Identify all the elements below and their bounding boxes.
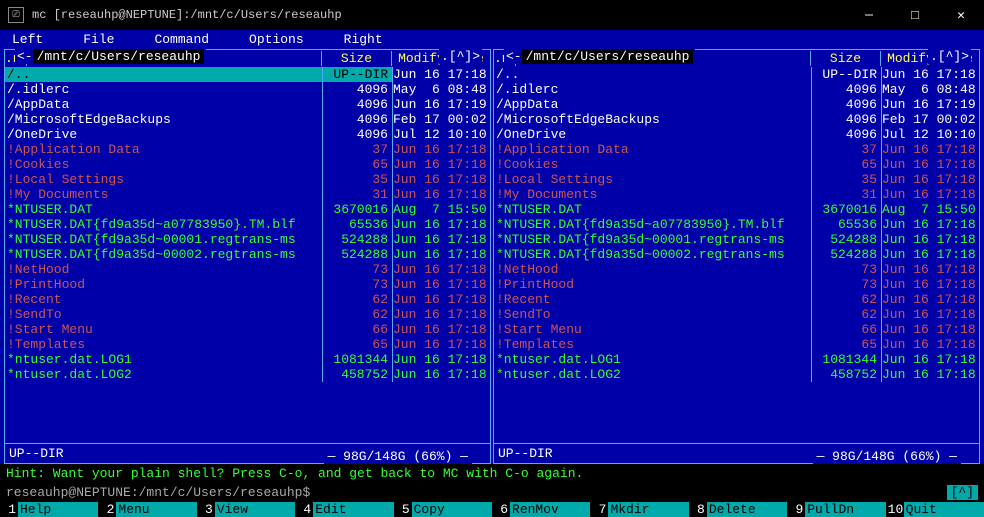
file-row[interactable]: !Local Settings35Jun 16 17:18 [494, 172, 979, 187]
prompt-indicator: [^] [947, 485, 978, 500]
file-row[interactable]: /MicrosoftEdgeBackups4096Feb 17 00:02 [494, 112, 979, 127]
close-button[interactable]: ✕ [938, 0, 984, 30]
file-row[interactable]: !My Documents31Jun 16 17:18 [5, 187, 490, 202]
file-row[interactable]: *NTUSER.DAT{fd9a35d~a07783950}.TM.blf655… [494, 217, 979, 232]
file-row[interactable]: !Templates65Jun 16 17:18 [494, 337, 979, 352]
fkey-view[interactable]: 3View [197, 502, 295, 517]
file-row[interactable]: *NTUSER.DAT{fd9a35d~a07783950}.TM.blf655… [5, 217, 490, 232]
file-row[interactable]: !Templates65Jun 16 17:18 [5, 337, 490, 352]
file-row[interactable]: *NTUSER.DAT3670016Aug 7 15:50 [5, 202, 490, 217]
file-row[interactable]: /..UP--DIRJun 16 17:18 [494, 67, 979, 82]
file-row[interactable]: !Start Menu66Jun 16 17:18 [494, 322, 979, 337]
file-row[interactable]: /.idlerc4096May 6 08:48 [5, 82, 490, 97]
file-row[interactable]: *ntuser.dat.LOG2458752Jun 16 17:18 [494, 367, 979, 382]
file-row[interactable]: !Recent62Jun 16 17:18 [5, 292, 490, 307]
fkey-pulldn[interactable]: 9PullDn [787, 502, 885, 517]
app-icon: ⎚ [8, 7, 24, 23]
minimize-button[interactable]: ─ [846, 0, 892, 30]
fkey-delete[interactable]: 8Delete [689, 502, 787, 517]
prompt-bar[interactable]: reseauhp@NEPTUNE:/mnt/c/Users/reseauhp$ … [0, 483, 984, 502]
file-row[interactable]: *ntuser.dat.LOG2458752Jun 16 17:18 [5, 367, 490, 382]
file-row[interactable]: *NTUSER.DAT{fd9a35d~00001.regtrans-ms524… [494, 232, 979, 247]
file-row[interactable]: !Application Data37Jun 16 17:18 [494, 142, 979, 157]
file-row[interactable]: !Recent62Jun 16 17:18 [494, 292, 979, 307]
menu-right[interactable]: Right [344, 32, 383, 47]
fkey-menu[interactable]: 2Menu [98, 502, 196, 517]
disk-usage: — 98G/148G (66%) — [813, 449, 961, 464]
panel-sort-indicator[interactable]: .[^]> [928, 49, 971, 64]
file-row[interactable]: /OneDrive4096Jul 12 10:10 [494, 127, 979, 142]
titlebar: ⎚ mc [reseauhp@NEPTUNE]:/mnt/c/Users/res… [0, 0, 984, 30]
file-row[interactable]: !Cookies65Jun 16 17:18 [5, 157, 490, 172]
file-row[interactable]: /OneDrive4096Jul 12 10:10 [5, 127, 490, 142]
disk-usage: — 98G/148G (66%) — [324, 449, 472, 464]
file-row[interactable]: !Application Data37Jun 16 17:18 [5, 142, 490, 157]
panels: <-/mnt/c/Users/reseauhp.[^]>.nNameSizeMo… [0, 49, 984, 464]
file-row[interactable]: !NetHood73Jun 16 17:18 [494, 262, 979, 277]
col-size[interactable]: Size [811, 51, 881, 66]
file-row[interactable]: !Cookies65Jun 16 17:18 [494, 157, 979, 172]
panel-arrow-left[interactable]: <- [17, 49, 33, 64]
left-panel: <-/mnt/c/Users/reseauhp.[^]>.nNameSizeMo… [4, 49, 491, 464]
maximize-button[interactable]: □ [892, 0, 938, 30]
fkey-quit[interactable]: 10Quit [886, 502, 984, 517]
file-row[interactable]: !SendTo62Jun 16 17:18 [5, 307, 490, 322]
file-row[interactable]: !Local Settings35Jun 16 17:18 [5, 172, 490, 187]
fkey-help[interactable]: 1Help [0, 502, 98, 517]
file-row[interactable]: !My Documents31Jun 16 17:18 [494, 187, 979, 202]
file-row[interactable]: /AppData4096Jun 16 17:19 [494, 97, 979, 112]
fkey-copy[interactable]: 5Copy [394, 502, 492, 517]
menu-options[interactable]: Options [249, 32, 304, 47]
file-row[interactable]: *ntuser.dat.LOG11081344Jun 16 17:18 [494, 352, 979, 367]
menu-file[interactable]: File [83, 32, 114, 47]
file-row[interactable]: !NetHood73Jun 16 17:18 [5, 262, 490, 277]
file-row[interactable]: /..UP--DIRJun 16 17:18 [5, 67, 490, 82]
col-size[interactable]: Size [322, 51, 392, 66]
fkey-renmov[interactable]: 6RenMov [492, 502, 590, 517]
file-row[interactable]: !PrintHood73Jun 16 17:18 [5, 277, 490, 292]
file-row[interactable]: !Start Menu66Jun 16 17:18 [5, 322, 490, 337]
file-row[interactable]: *NTUSER.DAT{fd9a35d~00001.regtrans-ms524… [5, 232, 490, 247]
file-row[interactable]: *NTUSER.DAT3670016Aug 7 15:50 [494, 202, 979, 217]
fkey-mkdir[interactable]: 7Mkdir [590, 502, 688, 517]
right-panel: <-/mnt/c/Users/reseauhp.[^]>.nNameSizeMo… [493, 49, 980, 464]
hint-bar: Hint: Want your plain shell? Press C-o, … [0, 464, 984, 483]
panel-sort-indicator[interactable]: .[^]> [439, 49, 482, 64]
file-row[interactable]: *NTUSER.DAT{fd9a35d~00002.regtrans-ms524… [5, 247, 490, 262]
file-row[interactable]: !SendTo62Jun 16 17:18 [494, 307, 979, 322]
fkey-edit[interactable]: 4Edit [295, 502, 393, 517]
window-title: mc [reseauhp@NEPTUNE]:/mnt/c/Users/resea… [32, 8, 846, 22]
file-row[interactable]: /MicrosoftEdgeBackups4096Feb 17 00:02 [5, 112, 490, 127]
file-row[interactable]: *ntuser.dat.LOG11081344Jun 16 17:18 [5, 352, 490, 367]
file-row[interactable]: *NTUSER.DAT{fd9a35d~00002.regtrans-ms524… [494, 247, 979, 262]
menu-command[interactable]: Command [154, 32, 209, 47]
panel-path[interactable]: /mnt/c/Users/reseauhp [522, 49, 694, 64]
menu-left[interactable]: Left [12, 32, 43, 47]
file-row[interactable]: /.idlerc4096May 6 08:48 [494, 82, 979, 97]
fkeys: 1Help2Menu3View4Edit5Copy6RenMov7Mkdir8D… [0, 502, 984, 517]
file-row[interactable]: !PrintHood73Jun 16 17:18 [494, 277, 979, 292]
panel-path[interactable]: /mnt/c/Users/reseauhp [33, 49, 205, 64]
prompt-text: reseauhp@NEPTUNE:/mnt/c/Users/reseauhp$ [6, 485, 310, 500]
menubar: Left File Command Options Right [0, 30, 984, 49]
file-row[interactable]: /AppData4096Jun 16 17:19 [5, 97, 490, 112]
panel-arrow-left[interactable]: <- [506, 49, 522, 64]
